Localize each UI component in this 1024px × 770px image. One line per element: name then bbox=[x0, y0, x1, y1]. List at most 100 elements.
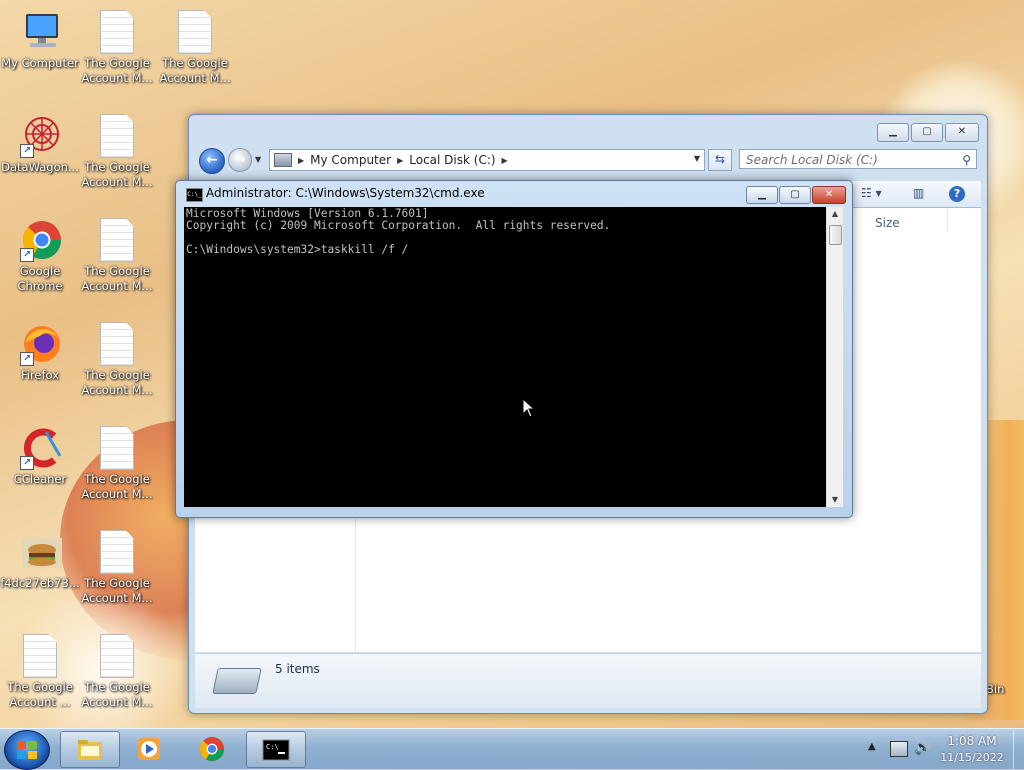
shortcut-arrow-icon: ↗ bbox=[20, 248, 34, 262]
cmd-icon: C:\ bbox=[262, 736, 290, 764]
chevron-right-icon[interactable]: ▶ bbox=[397, 156, 403, 165]
document-icon bbox=[97, 530, 137, 574]
views-icon[interactable]: ☷ ▾ bbox=[861, 186, 882, 202]
close-button[interactable]: ✕ bbox=[945, 123, 979, 142]
window-title: Administrator: C:\Windows\System32\cmd.e… bbox=[206, 186, 485, 200]
desktop-icon-image-file[interactable]: f4dc27eb73... bbox=[0, 530, 80, 591]
desktop-icon-firefox[interactable]: ↗ Firefox bbox=[0, 322, 80, 383]
document-icon bbox=[97, 114, 137, 158]
clock-time[interactable]: 1:08 AM bbox=[930, 734, 1014, 748]
desktop-icon-file[interactable]: The Google Account ... bbox=[0, 634, 80, 710]
computer-icon bbox=[20, 10, 60, 54]
show-hidden-icons-icon[interactable]: ▲ bbox=[868, 741, 876, 752]
media-player-icon bbox=[135, 735, 163, 763]
desktop-icon-datawagon[interactable]: ↗ DataWagon... bbox=[0, 114, 80, 175]
document-icon bbox=[97, 10, 137, 54]
desktop-icon-label: The Google Account ... bbox=[7, 680, 73, 709]
chevron-right-icon[interactable]: ▶ bbox=[298, 156, 304, 165]
shortcut-arrow-icon: ↗ bbox=[20, 144, 34, 158]
taskbar-app-explorer[interactable] bbox=[60, 731, 120, 768]
folder-icon bbox=[76, 736, 104, 764]
scrollbar-thumb[interactable] bbox=[829, 225, 842, 245]
hard-drive-icon bbox=[212, 668, 262, 694]
preview-pane-icon[interactable]: ▥ bbox=[913, 186, 924, 202]
shortcut-arrow-icon: ↗ bbox=[20, 456, 34, 470]
desktop-icon-label: The Google Account M... bbox=[81, 472, 153, 501]
breadcrumb-local-disk[interactable]: Local Disk (C:) bbox=[409, 153, 495, 167]
cmd-window[interactable]: C:\_ Administrator: C:\Windows\System32\… bbox=[175, 180, 853, 518]
chrome-icon bbox=[198, 735, 226, 763]
address-bar[interactable]: ▶ My Computer ▶ Local Disk (C:) ▶ ▼ bbox=[269, 149, 705, 171]
document-icon bbox=[97, 426, 137, 470]
recycle-bin-label[interactable]: Bin bbox=[986, 682, 1004, 696]
minimize-button[interactable]: ▁ bbox=[746, 186, 778, 204]
taskbar-app-media-player[interactable] bbox=[120, 731, 178, 766]
desktop-icon-label: The Google Account M... bbox=[81, 264, 153, 293]
image-thumbnail-icon bbox=[20, 530, 62, 574]
desktop-icon-file[interactable]: The Google Account M... bbox=[77, 426, 157, 502]
search-input[interactable]: Search Local Disk (C:) ⚲ bbox=[739, 149, 977, 169]
address-dropdown-icon[interactable]: ▼ bbox=[694, 154, 700, 163]
search-icon[interactable]: ⚲ bbox=[962, 150, 971, 170]
chevron-right-icon[interactable]: ▶ bbox=[502, 156, 508, 165]
refresh-icon[interactable]: ⇆ bbox=[708, 149, 732, 171]
show-desktop-button[interactable] bbox=[1013, 729, 1024, 769]
desktop-icon-label: Google Chrome bbox=[17, 264, 63, 293]
shortcut-arrow-icon: ↗ bbox=[20, 352, 34, 366]
desktop-icon-ccleaner[interactable]: ↗ CCleaner bbox=[0, 426, 80, 487]
document-icon bbox=[175, 10, 215, 54]
forward-arrow-icon[interactable]: → bbox=[228, 148, 252, 172]
taskbar-app-chrome[interactable] bbox=[183, 731, 241, 766]
explorer-window-controls: ▁ ▢ ✕ bbox=[877, 123, 979, 142]
desktop-icon-label: DataWagon... bbox=[1, 160, 79, 174]
firefox-icon: ↗ bbox=[20, 322, 60, 366]
taskbar-app-cmd[interactable]: C:\ bbox=[246, 731, 306, 768]
desktop-icon-file[interactable]: The Google Account M... bbox=[155, 10, 235, 86]
details-pane: 5 items bbox=[195, 653, 981, 708]
network-icon[interactable] bbox=[890, 741, 908, 757]
windows-logo-icon bbox=[17, 741, 37, 759]
items-count: 5 items bbox=[275, 662, 320, 676]
desktop-icon-file[interactable]: The Google Account M... bbox=[77, 530, 157, 606]
desktop-icon-label: f4dc27eb73... bbox=[0, 576, 80, 590]
scroll-down-icon[interactable]: ▼ bbox=[827, 493, 843, 507]
document-icon bbox=[97, 322, 137, 366]
desktop-icon-file[interactable]: The Google Account M... bbox=[77, 218, 157, 294]
back-arrow-icon[interactable]: ← bbox=[199, 148, 225, 174]
console-line: Copyright (c) 2009 Microsoft Corporation… bbox=[186, 219, 611, 232]
console-output[interactable]: Microsoft Windows [Version 6.1.7601] Cop… bbox=[184, 207, 826, 507]
minimize-button[interactable]: ▁ bbox=[877, 123, 909, 142]
start-button[interactable] bbox=[4, 730, 50, 770]
desktop-icon-label: The Google Account M... bbox=[81, 368, 153, 397]
clock-date[interactable]: 11/15/2022 bbox=[930, 751, 1014, 764]
desktop-icon-label: CCleaner bbox=[13, 472, 67, 486]
maximize-button[interactable]: ▢ bbox=[779, 186, 811, 204]
column-header-size[interactable]: Size bbox=[875, 216, 900, 230]
desktop-icon-file[interactable]: The Google Account M... bbox=[77, 10, 157, 86]
help-icon[interactable]: ? bbox=[949, 186, 965, 202]
desktop-icon-file[interactable]: The Google Account M... bbox=[77, 322, 157, 398]
volume-icon[interactable]: 🔊 bbox=[914, 740, 931, 756]
vertical-scrollbar[interactable]: ▲ ▼ bbox=[826, 207, 843, 507]
desktop-icon-google-chrome[interactable]: ↗ Google Chrome bbox=[0, 218, 80, 294]
desktop-icon-label: The Google Account M... bbox=[81, 56, 153, 85]
close-button[interactable]: ✕ bbox=[812, 186, 846, 204]
scroll-up-icon[interactable]: ▲ bbox=[827, 207, 843, 221]
document-icon bbox=[97, 634, 137, 678]
desktop-icon-file[interactable]: The Google Account M... bbox=[77, 634, 157, 710]
ccleaner-icon: ↗ bbox=[20, 426, 62, 470]
document-icon bbox=[97, 218, 137, 262]
console-prompt-line[interactable]: C:\Windows\system32>taskkill /f / bbox=[186, 243, 408, 256]
computer-icon bbox=[274, 153, 292, 167]
datawagon-icon: ↗ bbox=[20, 114, 60, 158]
desktop-icon-label: The Google Account M... bbox=[81, 576, 153, 605]
maximize-button[interactable]: ▢ bbox=[911, 123, 943, 142]
cmd-icon: C:\_ bbox=[186, 188, 203, 202]
recent-pages-dropdown[interactable]: ▼ bbox=[255, 155, 261, 164]
desktop-icon-file[interactable]: The Google Account M... bbox=[77, 114, 157, 190]
breadcrumb-my-computer[interactable]: My Computer bbox=[310, 153, 391, 167]
column-separator[interactable] bbox=[947, 208, 948, 232]
desktop-icon-label: The Google Account M... bbox=[81, 160, 153, 189]
desktop-icon-my-computer[interactable]: My Computer bbox=[0, 10, 80, 71]
svg-text:C:\: C:\ bbox=[266, 743, 279, 751]
